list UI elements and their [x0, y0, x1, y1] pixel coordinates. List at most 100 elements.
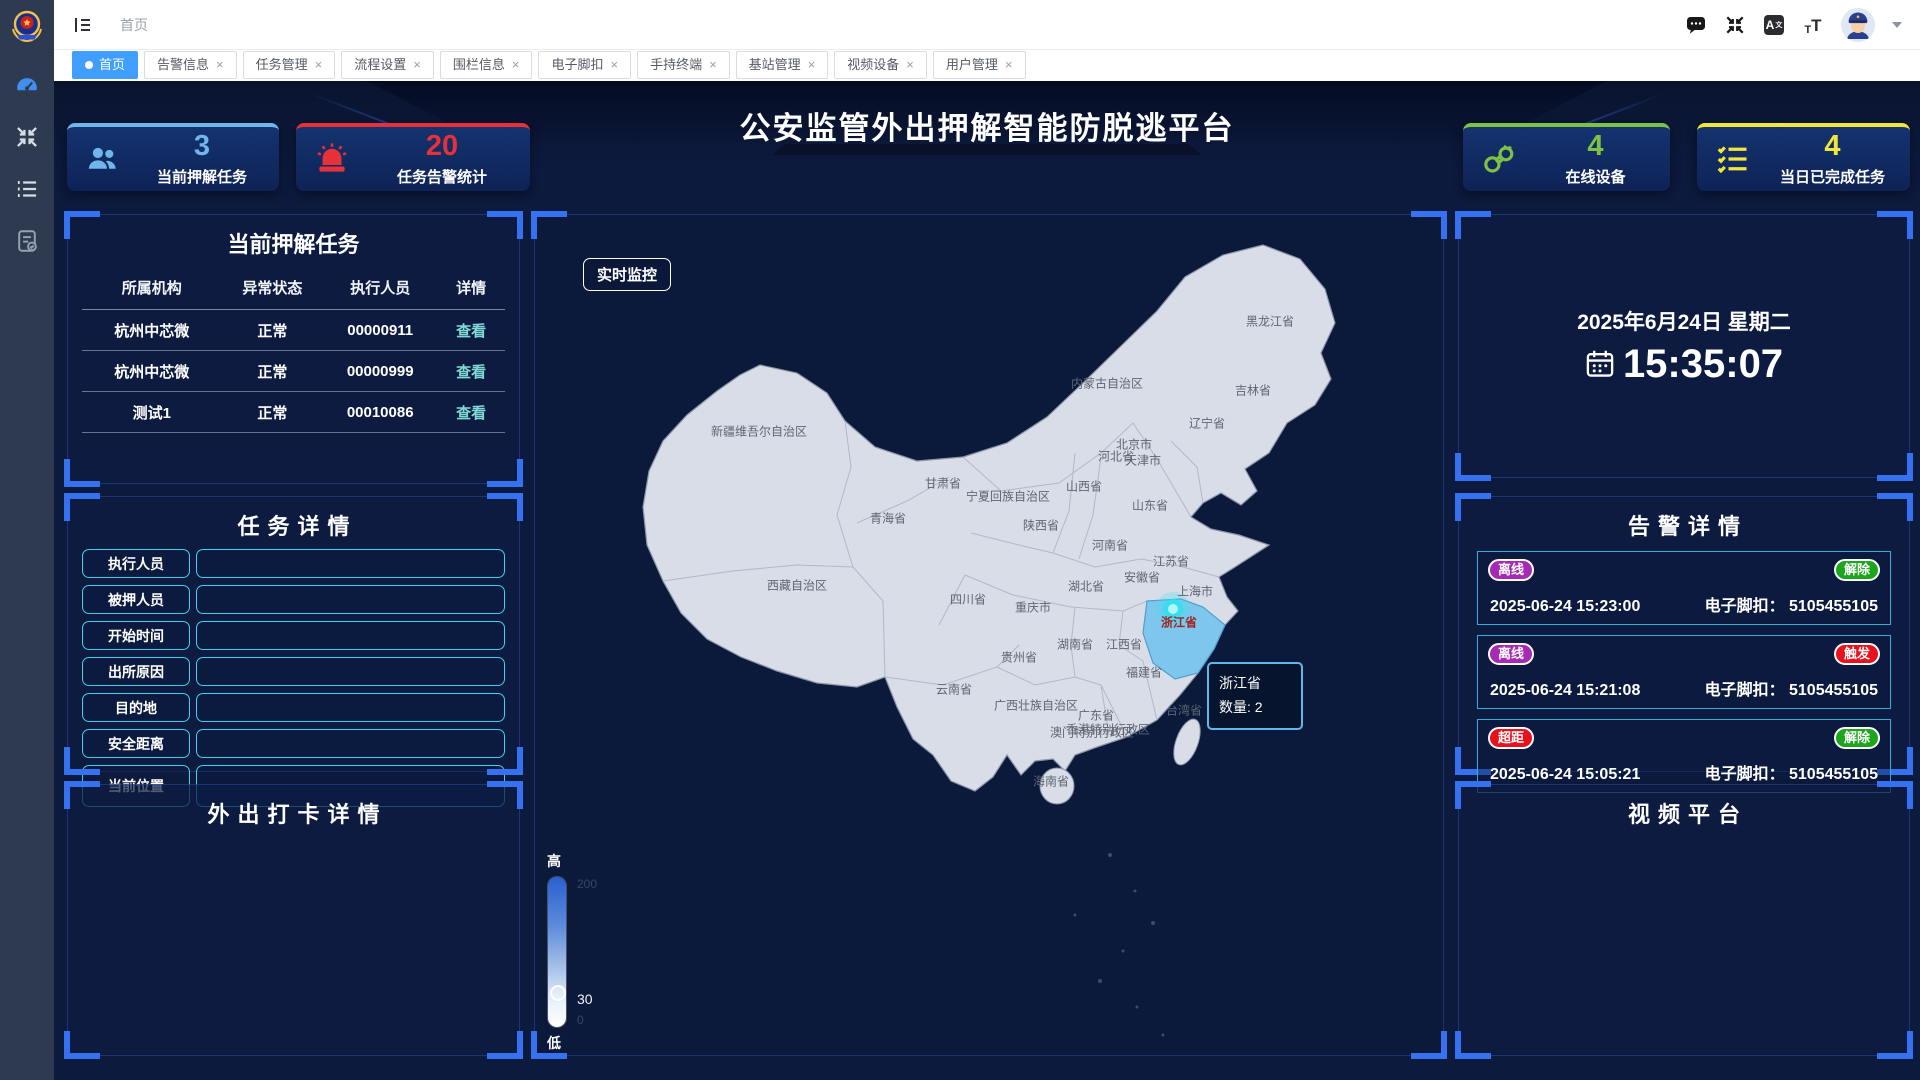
topbar-actions: A文 TT: [1685, 8, 1902, 42]
document-check-icon: [14, 228, 40, 254]
china-map[interactable]: [535, 215, 1445, 1057]
tab-围栏信息[interactable]: 围栏信息×: [440, 51, 533, 79]
current-tasks-body: 杭州中芯微正常00000911查看杭州中芯微正常00000999查看测试1正常0…: [68, 310, 519, 433]
table-row: 杭州中芯微正常00000999查看: [82, 351, 505, 392]
menu-toggle-icon[interactable]: [72, 14, 94, 36]
tab-告警信息[interactable]: 告警信息×: [144, 51, 237, 79]
font-size-icon[interactable]: TT: [1802, 14, 1824, 36]
table-cell: 正常: [222, 320, 324, 341]
tab-close-icon[interactable]: ×: [216, 52, 224, 78]
stat-value: 20: [368, 132, 516, 161]
map-legend: 高 低 200 30 0: [547, 851, 566, 1053]
alarm-type-badge: 超距: [1488, 727, 1534, 749]
panel-corner: [64, 747, 100, 775]
field-label: 目的地: [82, 693, 190, 722]
tab-视频设备[interactable]: 视频设备 ×: [834, 51, 927, 79]
topbar: 首页 A文 TT: [54, 0, 1920, 50]
tab-label: 基站管理: [749, 52, 801, 78]
stat-value: 3: [139, 132, 265, 161]
tooltip-province: 浙江省: [1219, 672, 1291, 696]
panel-corner: [1877, 781, 1913, 809]
alarm-time: 2025-06-24 15:05:21: [1490, 766, 1640, 784]
dashboard: 公安监管外出押解智能防脱逃平台 3当前押解任务 20任务告警统计 4在线设备 4…: [54, 81, 1920, 1080]
tab-close-icon[interactable]: ×: [1005, 52, 1013, 78]
panel-corner: [487, 211, 523, 239]
stat-card-alarm-count: 20任务告警统计: [296, 123, 530, 191]
checklist-icon: [1697, 141, 1769, 177]
table-row: 杭州中芯微正常00000911查看: [82, 310, 505, 351]
tab-首页[interactable]: 首页: [72, 51, 138, 79]
realtime-monitor-button[interactable]: 实时监控: [583, 258, 671, 291]
tab-close-icon[interactable]: ×: [709, 52, 717, 78]
field-value: [196, 729, 505, 758]
alarm-list: 离线解除2025-06-24 15:23:00电子脚扣： 5105455105离…: [1459, 551, 1909, 793]
tab-close-icon[interactable]: ×: [315, 52, 323, 78]
view-link[interactable]: 查看: [437, 361, 505, 382]
tab-close-icon[interactable]: ×: [808, 52, 816, 78]
table-cell: 正常: [222, 402, 324, 423]
gauge-icon: [14, 72, 40, 98]
panel-current-tasks: 当前押解任务 所属机构 异常状态 执行人员 详情 杭州中芯微正常00000911…: [67, 214, 520, 484]
active-tab-dot: [85, 61, 93, 69]
chevron-down-icon[interactable]: [1892, 22, 1902, 28]
panel-alarms: 告警详情 离线解除2025-06-24 15:23:00电子脚扣： 510545…: [1458, 496, 1910, 772]
tab-任务管理[interactable]: 任务管理×: [243, 51, 336, 79]
detail-row: 出所原因: [82, 657, 505, 686]
tab-电子脚扣[interactable]: 电子脚扣×: [538, 51, 631, 79]
panel-corner: [1877, 1031, 1913, 1059]
legend-current: 30: [577, 991, 593, 1007]
sidebar-item-report[interactable]: [14, 228, 40, 254]
detail-row: 执行人员: [82, 549, 505, 578]
table-cell: 杭州中芯微: [82, 320, 222, 341]
message-icon[interactable]: [1685, 14, 1707, 36]
stat-card-online-devices: 4 在线设备: [1463, 123, 1670, 191]
tab-close-icon[interactable]: ×: [610, 52, 618, 78]
app-root: 首页 A文 TT 首页告警信息×任务管理×流程设置×围栏信息×电子脚扣×手持终端…: [0, 0, 1920, 1080]
tab-用户管理[interactable]: 用户管理×: [933, 51, 1026, 79]
stat-card-completed-tasks: 4当日已完成任务: [1697, 123, 1910, 191]
compress-icon: [14, 124, 40, 150]
fullscreen-exit-icon[interactable]: [1724, 14, 1746, 36]
sidebar: [0, 0, 54, 1080]
legend-handle[interactable]: [550, 985, 566, 1001]
tab-close-icon[interactable]: ×: [906, 52, 914, 78]
panel-corner: [64, 459, 100, 487]
panel-corner: [487, 747, 523, 775]
panel-task-detail: 任务详情 执行人员被押人员开始时间出所原因目的地安全距离当前位置: [67, 496, 520, 772]
stat-value: 4: [1535, 132, 1656, 161]
tab-基站管理[interactable]: 基站管理 ×: [736, 51, 829, 79]
legend-gradient-bar[interactable]: [548, 877, 566, 1027]
avatar[interactable]: [1841, 8, 1875, 42]
map-tooltip: 浙江省 数量: 2: [1207, 662, 1303, 730]
column-header: 所属机构: [82, 277, 222, 298]
stat-label: 在线设备: [1535, 166, 1656, 187]
legend-low-label: 低: [547, 1033, 566, 1053]
tab-bar: 首页告警信息×任务管理×流程设置×围栏信息×电子脚扣×手持终端×基站管理×视频设…: [54, 49, 1920, 81]
view-link[interactable]: 查看: [437, 320, 505, 341]
table-header: 所属机构 异常状态 执行人员 详情: [82, 265, 505, 310]
detail-row: 开始时间: [82, 621, 505, 650]
column-header: 异常状态: [222, 277, 324, 298]
detail-row: 目的地: [82, 693, 505, 722]
sidebar-item-collapse[interactable]: [14, 124, 40, 150]
view-link[interactable]: 查看: [437, 402, 505, 423]
sidebar-item-dashboard[interactable]: [14, 72, 40, 98]
tab-流程设置[interactable]: 流程设置×: [341, 51, 434, 79]
alarm-device: 电子脚扣： 5105455105: [1705, 592, 1878, 616]
tab-手持终端[interactable]: 手持终端×: [637, 51, 730, 79]
panel-corner: [64, 1031, 100, 1059]
tab-close-icon[interactable]: ×: [512, 52, 520, 78]
zhejiang-marker: [1156, 592, 1190, 626]
stat-card-current-tasks: 3当前押解任务: [67, 123, 279, 191]
language-icon[interactable]: A文: [1763, 14, 1785, 36]
tab-label: 视频设备: [847, 52, 899, 78]
panel-corner: [64, 781, 100, 809]
detail-row: 被押人员: [82, 585, 505, 614]
tab-close-icon[interactable]: ×: [413, 52, 421, 78]
sidebar-item-list[interactable]: [14, 176, 40, 202]
alarm-type-badge: 离线: [1488, 643, 1534, 665]
panel-title: 任务详情: [68, 497, 519, 541]
panel-corner: [487, 781, 523, 809]
panel-corner: [487, 493, 523, 521]
panel-title: 外出打卡详情: [68, 785, 519, 829]
